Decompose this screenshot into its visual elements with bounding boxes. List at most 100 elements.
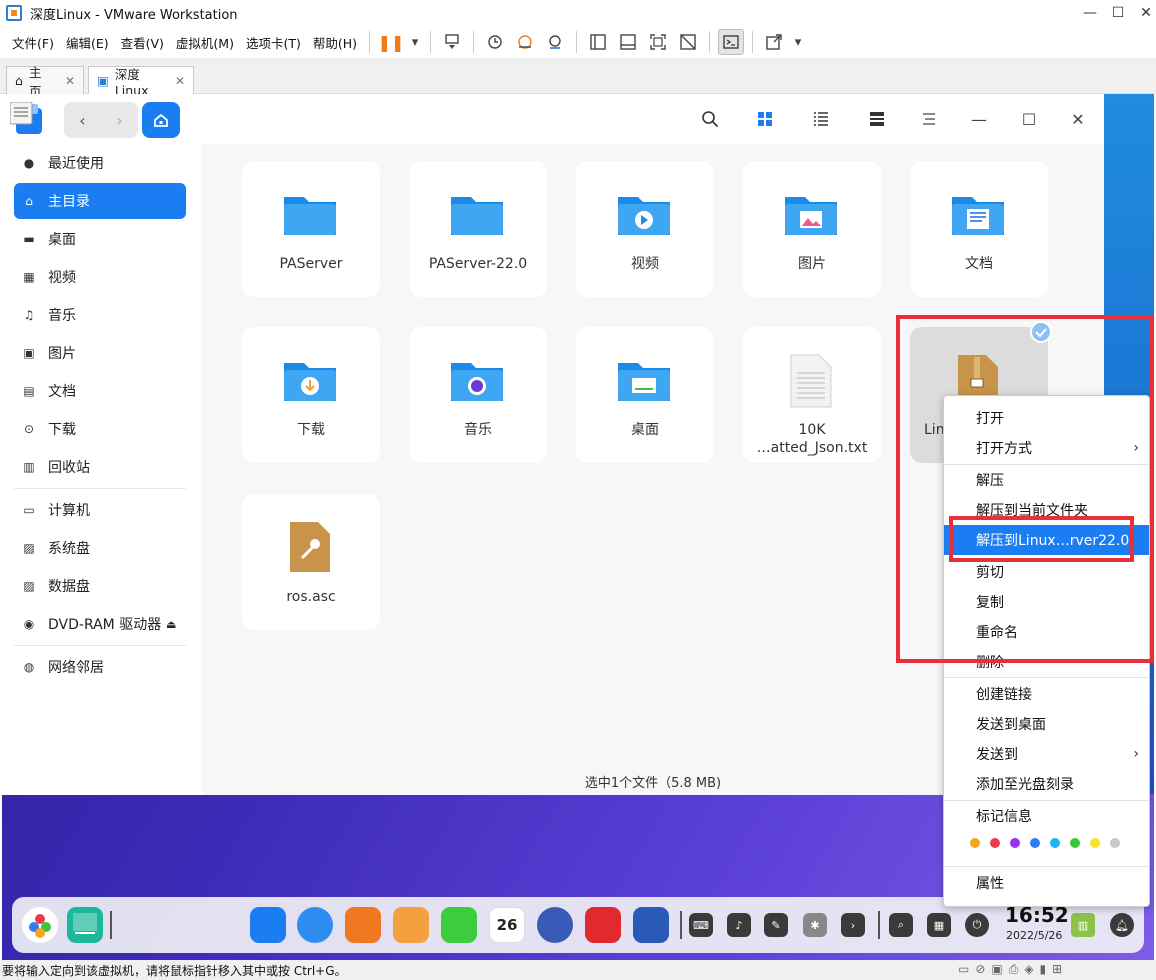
app-store-dock-icon[interactable] bbox=[345, 907, 381, 943]
menu-create-link[interactable]: 创建链接 bbox=[944, 679, 1149, 709]
sidebar-item-computer[interactable]: ▭ 计算机 bbox=[14, 492, 186, 528]
sidebar-item-trash[interactable]: ▥ 回收站 bbox=[14, 449, 186, 485]
snapshot-manager-icon[interactable] bbox=[542, 29, 568, 55]
browser-dock-icon[interactable] bbox=[297, 907, 333, 943]
trash-dock-icon[interactable]: ▥ bbox=[1071, 913, 1095, 937]
tag-color-dot[interactable] bbox=[1010, 838, 1020, 848]
menu-edit[interactable]: 编辑(E) bbox=[60, 33, 115, 52]
stretch-guest-icon[interactable] bbox=[761, 29, 787, 55]
tag-color-dot[interactable] bbox=[970, 838, 980, 848]
fm-maximize-icon[interactable]: ☐ bbox=[1018, 108, 1040, 130]
menu-help[interactable]: 帮助(H) bbox=[307, 33, 363, 52]
fm-minimize-icon[interactable]: — bbox=[968, 108, 990, 130]
sidebar-item-system-disk[interactable]: ▨ 系统盘 bbox=[14, 530, 186, 566]
multitask-view-icon[interactable] bbox=[67, 907, 103, 943]
tab-home[interactable]: ⌂ 主页 ✕ bbox=[6, 65, 84, 99]
menu-rename[interactable]: 重命名 bbox=[944, 617, 1149, 647]
tab-close-icon[interactable]: ✕ bbox=[175, 74, 185, 88]
menu-add-to-burn[interactable]: 添加至光盘刻录 bbox=[944, 769, 1149, 799]
sidebar-item-documents[interactable]: ▤ 文档 bbox=[14, 373, 186, 409]
eject-icon[interactable]: ⏏ bbox=[166, 618, 176, 631]
menu-extract-here[interactable]: 解压到当前文件夹 bbox=[944, 495, 1149, 525]
menu-open-with[interactable]: 打开方式 › bbox=[944, 433, 1149, 463]
send-ctrl-alt-del-icon[interactable] bbox=[439, 29, 465, 55]
menu-file[interactable]: 文件(F) bbox=[6, 33, 60, 52]
search-icon[interactable] bbox=[699, 108, 721, 130]
stretch-dropdown-icon[interactable]: ▾ bbox=[791, 29, 805, 55]
menu-properties[interactable]: 属性 bbox=[944, 868, 1149, 898]
sidebar-item-dvd[interactable]: ◉ DVD-RAM 驱动器 ⏏ bbox=[14, 606, 186, 642]
fm-close-icon[interactable]: ✕ bbox=[1067, 108, 1089, 130]
detail-view-icon[interactable] bbox=[866, 108, 888, 130]
sidebar-toggle-icon[interactable] bbox=[585, 29, 611, 55]
menu-tag-info[interactable]: 标记信息 bbox=[944, 801, 1149, 831]
device-status-icons[interactable]: ▭⊘▣⎙◈▮⊞ bbox=[958, 962, 1068, 977]
terminal-dock-icon[interactable] bbox=[585, 907, 621, 943]
search-icon[interactable]: ⌕ bbox=[889, 913, 913, 937]
menu-vm[interactable]: 虚拟机(M) bbox=[170, 33, 240, 52]
menu-extract[interactable]: 解压 bbox=[944, 465, 1149, 495]
bluetooth-icon[interactable]: ✱ bbox=[803, 913, 827, 937]
image-viewer-dock-icon[interactable] bbox=[393, 907, 429, 943]
pen-icon[interactable]: ✎ bbox=[764, 913, 788, 937]
menu-open[interactable]: 打开 bbox=[944, 403, 1149, 433]
file-item[interactable]: PAServer-22.0 bbox=[409, 161, 547, 297]
sidebar-item-pictures[interactable]: ▣ 图片 bbox=[14, 335, 186, 371]
file-manager-logo-icon[interactable] bbox=[9, 101, 44, 134]
menu-send-to[interactable]: 发送到 › bbox=[944, 739, 1149, 769]
thumbnail-bar-icon[interactable] bbox=[615, 29, 641, 55]
tag-color-dot[interactable] bbox=[1110, 838, 1120, 848]
file-manager-dock-icon[interactable] bbox=[250, 907, 286, 943]
console-view-icon[interactable] bbox=[718, 29, 745, 55]
menu-tabs[interactable]: 选项卡(T) bbox=[240, 33, 307, 52]
home-button[interactable] bbox=[142, 102, 180, 138]
file-item[interactable]: ros.asc bbox=[242, 494, 380, 630]
keyboard-icon[interactable]: ⌨ bbox=[689, 913, 713, 937]
tab-close-icon[interactable]: ✕ bbox=[65, 74, 75, 88]
menu-cut[interactable]: 剪切 bbox=[944, 557, 1149, 587]
file-item[interactable]: 视频 bbox=[576, 161, 714, 297]
sidebar-item-network[interactable]: ◍ 网络邻居 bbox=[14, 649, 186, 685]
file-item[interactable]: 音乐 bbox=[409, 327, 547, 463]
list-view-icon[interactable] bbox=[810, 108, 832, 130]
file-item[interactable]: 图片 bbox=[743, 161, 881, 297]
music-dock-icon[interactable] bbox=[441, 907, 477, 943]
unity-mode-icon[interactable] bbox=[675, 29, 701, 55]
sidebar-item-data-disk[interactable]: ▨ 数据盘 bbox=[14, 568, 186, 604]
icon-view-icon[interactable] bbox=[754, 108, 776, 130]
menu-view[interactable]: 查看(V) bbox=[115, 33, 170, 52]
tag-color-dot[interactable] bbox=[1030, 838, 1040, 848]
sidebar-item-music[interactable]: ♫ 音乐 bbox=[14, 297, 186, 333]
file-item[interactable]: PAServer bbox=[242, 161, 380, 297]
pause-icon[interactable]: ❚❚ bbox=[378, 29, 405, 55]
calendar-dock-icon[interactable]: 26 bbox=[489, 907, 525, 943]
file-item[interactable]: 10K …atted_Json.txt bbox=[743, 327, 881, 463]
sidebar-item-home[interactable]: ⌂ 主目录 bbox=[14, 183, 186, 219]
pause-dropdown-icon[interactable]: ▾ bbox=[408, 29, 422, 55]
tab-deepin-linux[interactable]: ▣ 深度Linux ✕ bbox=[88, 66, 194, 98]
sidebar-item-recent[interactable]: ● 最近使用 bbox=[14, 145, 186, 181]
tag-color-dot[interactable] bbox=[1070, 838, 1080, 848]
menu-copy[interactable]: 复制 bbox=[944, 587, 1149, 617]
notification-icon[interactable]: 🔔︎ bbox=[1110, 913, 1134, 937]
close-button[interactable]: ✕ bbox=[1124, 0, 1156, 26]
snapshot-icon[interactable] bbox=[482, 29, 508, 55]
menu-icon[interactable] bbox=[918, 108, 940, 130]
tray-expand-icon[interactable]: › bbox=[841, 913, 865, 937]
sidebar-item-downloads[interactable]: ⊙ 下载 bbox=[14, 411, 186, 447]
power-icon[interactable]: ⏻ bbox=[965, 913, 989, 937]
menu-extract-to-folder[interactable]: 解压到Linux…rver22.0 bbox=[944, 525, 1149, 555]
tag-color-dot[interactable] bbox=[990, 838, 1000, 848]
settings-dock-icon[interactable] bbox=[537, 907, 573, 943]
fullscreen-icon[interactable] bbox=[645, 29, 671, 55]
back-button[interactable]: ‹ bbox=[64, 102, 101, 138]
sidebar-item-desktop[interactable]: ▬ 桌面 bbox=[14, 221, 186, 257]
menu-send-to-desktop[interactable]: 发送到桌面 bbox=[944, 709, 1149, 739]
archive-manager-dock-icon[interactable] bbox=[633, 907, 669, 943]
forward-button[interactable]: › bbox=[101, 102, 138, 138]
onscreen-keyboard-icon[interactable]: ▦ bbox=[927, 913, 951, 937]
file-item[interactable]: 桌面 bbox=[576, 327, 714, 463]
tag-color-dot[interactable] bbox=[1090, 838, 1100, 848]
file-item[interactable]: 下载 bbox=[242, 327, 380, 463]
menu-delete[interactable]: 删除 bbox=[944, 647, 1149, 677]
